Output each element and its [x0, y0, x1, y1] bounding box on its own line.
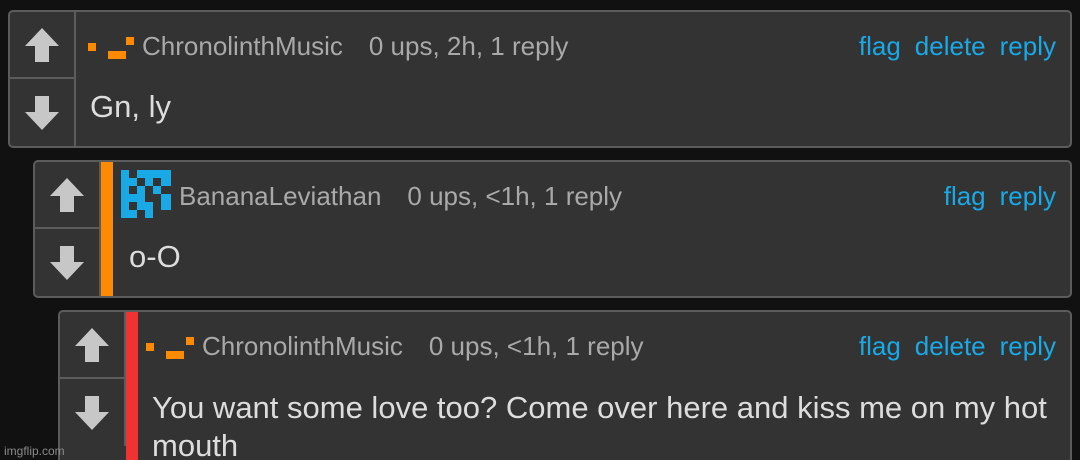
delete-link[interactable]: delete: [915, 31, 986, 62]
avatar: [146, 337, 194, 359]
username[interactable]: ChronolinthMusic: [142, 31, 343, 62]
comment-actions: flag delete reply: [845, 26, 1056, 66]
comment-thread: ChronolinthMusic 0 ups, 2h, 1 reply flag…: [0, 0, 1080, 460]
comment-header: ChronolinthMusic 0 ups, 2h, 1 reply: [88, 26, 568, 66]
comment-header: BananaLeviathan 0 ups, <1h, 1 reply: [121, 170, 623, 218]
comment-chronolinthmusic-2: ChronolinthMusic 0 ups, <1h, 1 reply fla…: [58, 310, 1072, 460]
reply-link[interactable]: reply: [1000, 181, 1056, 212]
down-arrow-icon: [50, 245, 84, 280]
thread-depth-bar: [101, 162, 113, 296]
down-arrow-icon: [75, 395, 109, 430]
vote-column: [10, 12, 76, 146]
downvote-button[interactable]: [35, 229, 99, 296]
upvote-button[interactable]: [35, 162, 99, 229]
vote-column: [35, 162, 101, 296]
comment-meta: 0 ups, <1h, 1 reply: [407, 180, 623, 211]
comment-bananaleviathan: BananaLeviathan 0 ups, <1h, 1 reply flag…: [33, 160, 1072, 298]
avatar: [88, 37, 134, 59]
comment-text: o-O: [129, 239, 181, 274]
comment-header: ChronolinthMusic 0 ups, <1h, 1 reply: [146, 326, 644, 366]
comment-text: Gn, ly: [90, 89, 171, 124]
delete-link[interactable]: delete: [915, 331, 986, 362]
up-arrow-icon: [25, 27, 59, 62]
comment-actions: flag reply: [930, 176, 1056, 216]
comment-actions: flag delete reply: [845, 326, 1056, 366]
comment-meta: 0 ups, 2h, 1 reply: [368, 30, 569, 61]
comment-chronolinthmusic-1: ChronolinthMusic 0 ups, 2h, 1 reply flag…: [8, 10, 1072, 148]
upvote-button[interactable]: [10, 12, 74, 79]
up-arrow-icon: [50, 177, 84, 212]
reply-link[interactable]: reply: [1000, 31, 1056, 62]
comment-meta: 0 ups, <1h, 1 reply: [428, 330, 644, 361]
avatar: [121, 170, 171, 218]
watermark: imgflip.com: [4, 444, 65, 458]
username[interactable]: BananaLeviathan: [179, 181, 381, 212]
flag-link[interactable]: flag: [944, 181, 986, 212]
downvote-button[interactable]: [10, 79, 74, 146]
flag-link[interactable]: flag: [859, 31, 901, 62]
downvote-button[interactable]: [60, 379, 124, 446]
upvote-button[interactable]: [60, 312, 124, 379]
username[interactable]: ChronolinthMusic: [202, 331, 403, 362]
down-arrow-icon: [25, 95, 59, 130]
vote-column: [60, 312, 126, 446]
thread-depth-bar: [126, 312, 138, 460]
reply-link[interactable]: reply: [1000, 331, 1056, 362]
up-arrow-icon: [75, 327, 109, 362]
comment-text: You want some love too? Come over here a…: [152, 390, 1047, 460]
flag-link[interactable]: flag: [859, 331, 901, 362]
